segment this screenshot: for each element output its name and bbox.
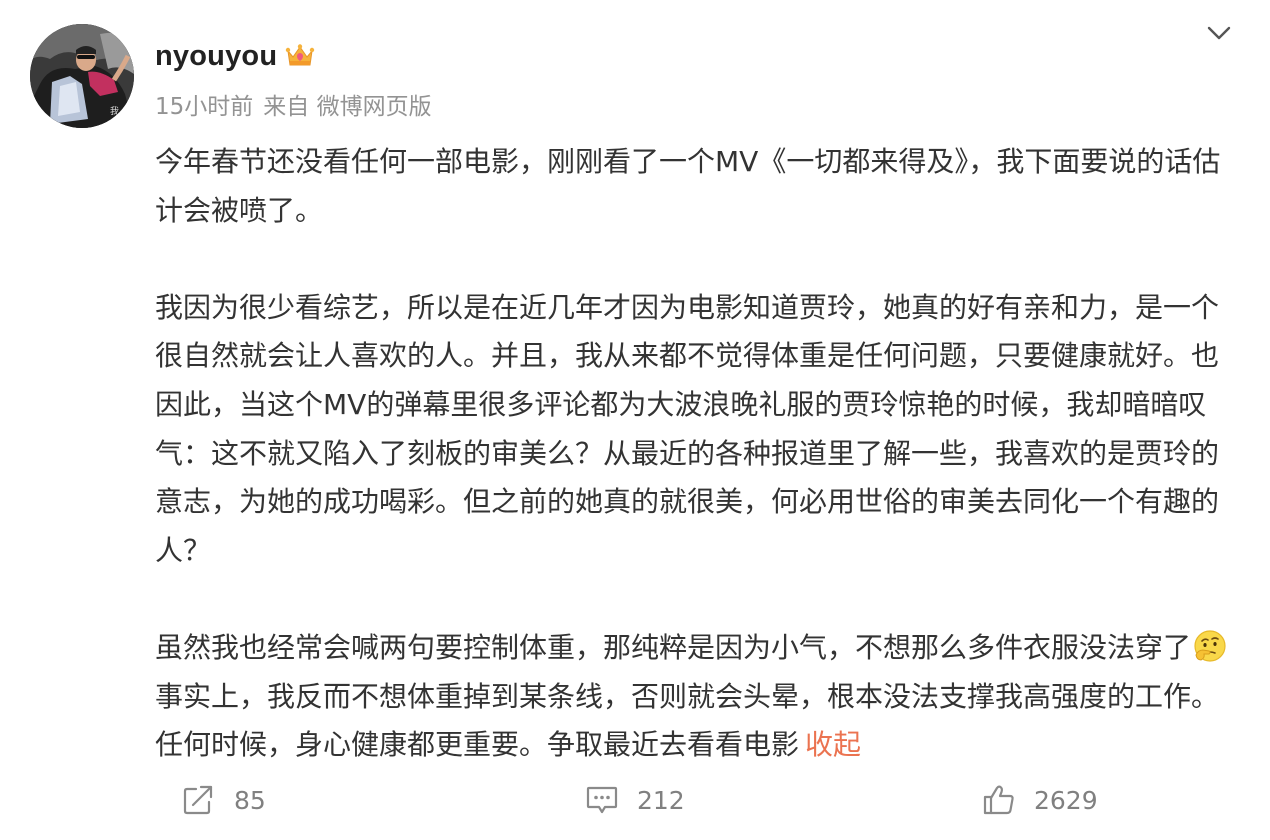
username[interactable]: nyouyou <box>155 40 277 73</box>
collapse-link[interactable]: 收起 <box>805 728 861 761</box>
paragraph-text: 事实上，我反而不想体重掉到某条线，否则就会头晕，根本没法支撑我高强度的工作。任何… <box>155 679 1220 762</box>
comment-count: 212 <box>637 785 685 815</box>
crown-badge-icon[interactable] <box>285 43 315 69</box>
avatar-image: 我 <box>30 24 134 128</box>
svg-text:我: 我 <box>110 106 119 117</box>
post-paragraph: 我因为很少看综艺，所以是在近几年才因为电影知道贾玲，她真的好有亲和力，是一个很自… <box>155 290 1220 567</box>
repost-button[interactable]: 85 <box>182 776 266 824</box>
like-count: 2629 <box>1034 785 1098 815</box>
comment-button[interactable]: 212 <box>585 776 685 824</box>
thumbs-up-icon <box>983 785 1014 815</box>
post-paragraph: 今年春节还没看任何一部电影，刚刚看了一个MV《一切都来得及》，我下面要说的话估计… <box>155 145 1221 227</box>
post-content: 今年春节还没看任何一部电影，刚刚看了一个MV《一切都来得及》，我下面要说的话估计… <box>155 138 1240 770</box>
avatar[interactable]: 我 <box>30 24 134 128</box>
post-meta: 15小时前 来自 微博网页版 <box>155 86 432 122</box>
repost-icon <box>183 785 213 815</box>
like-button[interactable]: 2629 <box>982 776 1098 824</box>
post-time[interactable]: 15小时前 <box>155 87 253 121</box>
comment-icon <box>586 786 618 814</box>
paragraph-text: 虽然我也经常会喊两句要控制体重，那纯粹是因为小气，不想那么多件衣服没法穿了 <box>155 630 1192 664</box>
repost-count: 85 <box>234 785 266 815</box>
post-source: 来自 微博网页版 <box>263 94 432 120</box>
username-row: nyouyou <box>155 36 315 76</box>
post-paragraph: 虽然我也经常会喊两句要控制体重，那纯粹是因为小气，不想那么多件衣服没法穿了 事实… <box>155 624 1240 770</box>
action-bar: 85 212 2629 <box>0 776 1270 824</box>
weibo-post: 我 nyouyou 15小时前 来自 微博网页版 今年春节还没看任何一部电影，刚… <box>0 0 1270 840</box>
thinking-emoji-icon <box>1192 628 1228 664</box>
chevron-down-icon[interactable] <box>1204 20 1234 46</box>
